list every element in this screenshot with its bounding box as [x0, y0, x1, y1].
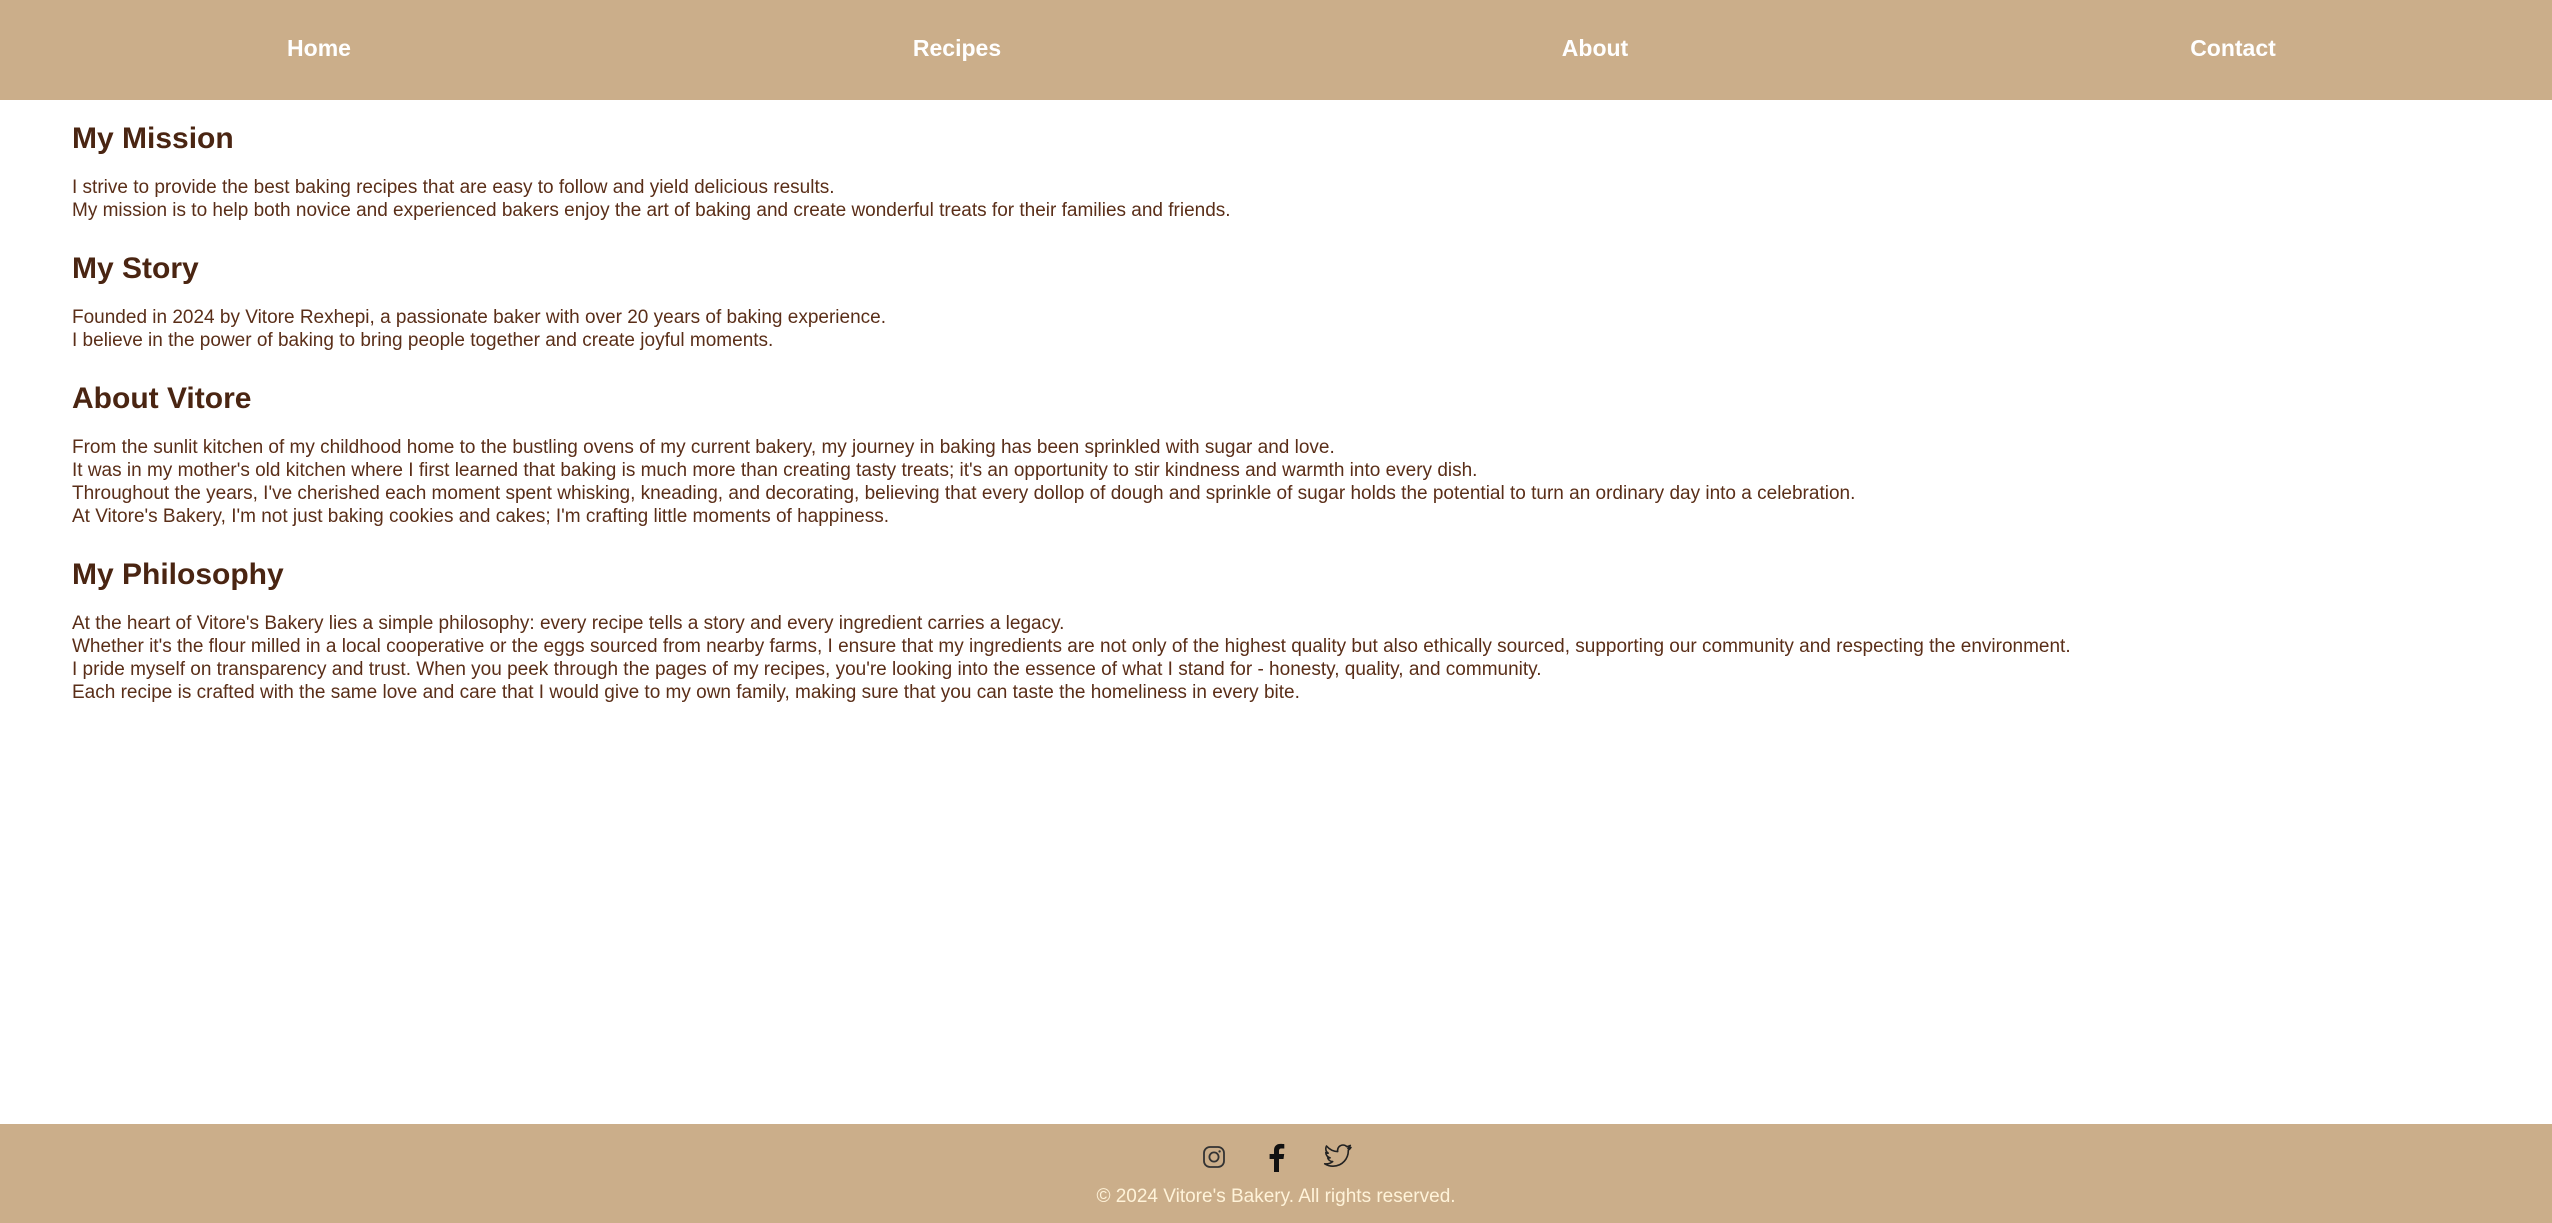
philosophy-line: Whether it's the flour milled in a local…: [72, 636, 2071, 657]
about-vitore-line: Throughout the years, I've cherished eac…: [72, 483, 1856, 504]
mission-line: My mission is to help both novice and ex…: [72, 200, 1231, 221]
philosophy-section: My Philosophy At the heart of Vitore's B…: [72, 558, 2071, 704]
copyright-text: © 2024 Vitore's Bakery. All rights reser…: [1096, 1186, 1456, 1207]
story-line: I believe in the power of baking to brin…: [72, 330, 774, 351]
mission-section: My Mission I strive to provide the best …: [72, 122, 1231, 222]
twitter-icon[interactable]: [1323, 1142, 1353, 1172]
mission-heading: My Mission: [72, 122, 234, 155]
about-vitore-heading: About Vitore: [72, 382, 252, 415]
nav-contact-link[interactable]: Contact: [1914, 0, 2552, 98]
about-vitore-line: It was in my mother's old kitchen where …: [72, 460, 1478, 481]
social-links: [0, 1142, 2552, 1172]
story-heading: My Story: [72, 252, 199, 285]
philosophy-line: Each recipe is crafted with the same lov…: [72, 682, 1300, 703]
footer: © 2024 Vitore's Bakery. All rights reser…: [0, 1124, 2552, 1223]
nav-recipes-link[interactable]: Recipes: [638, 0, 1276, 98]
philosophy-line: I pride myself on transparency and trust…: [72, 659, 1542, 680]
about-vitore-section: About Vitore From the sunlit kitchen of …: [72, 382, 1855, 528]
story-line: Founded in 2024 by Vitore Rexhepi, a pas…: [72, 307, 886, 328]
philosophy-heading: My Philosophy: [72, 558, 284, 591]
nav-about-link[interactable]: About: [1276, 0, 1914, 98]
instagram-icon[interactable]: [1199, 1142, 1229, 1172]
top-navigation: Home Recipes About Contact: [0, 0, 2552, 100]
about-vitore-line: From the sunlit kitchen of my childhood …: [72, 437, 1335, 458]
facebook-icon[interactable]: [1261, 1142, 1291, 1172]
nav-home-link[interactable]: Home: [0, 0, 638, 98]
about-vitore-line: At Vitore's Bakery, I'm not just baking …: [72, 506, 889, 527]
mission-line: I strive to provide the best baking reci…: [72, 177, 835, 198]
story-section: My Story Founded in 2024 by Vitore Rexhe…: [72, 252, 886, 352]
philosophy-line: At the heart of Vitore's Bakery lies a s…: [72, 613, 1065, 634]
